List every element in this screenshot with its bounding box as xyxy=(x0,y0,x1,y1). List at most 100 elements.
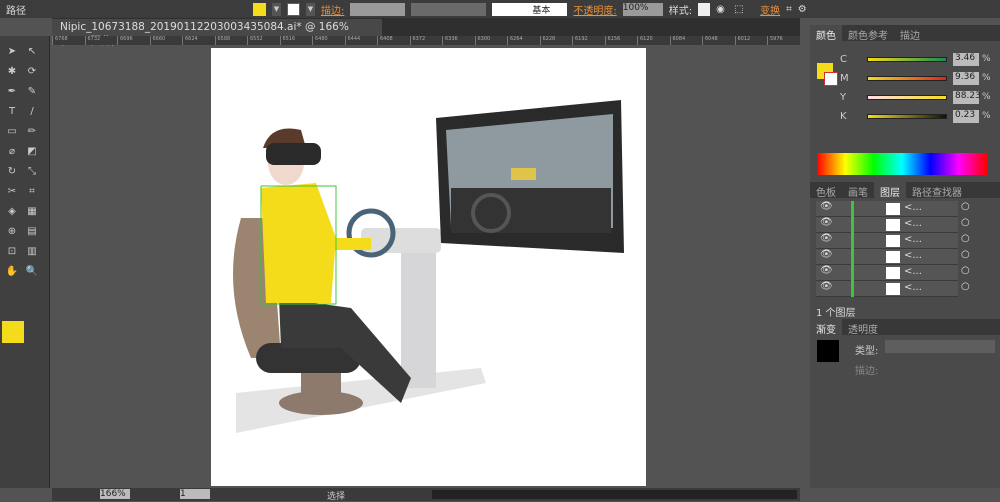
variable-width-select[interactable] xyxy=(411,2,487,16)
layer-name[interactable]: <... xyxy=(904,250,922,261)
tab-stroke[interactable]: 描边 xyxy=(894,25,926,42)
more-icon[interactable]: ⚙ xyxy=(798,4,807,15)
tool-icon[interactable]: ✂ xyxy=(5,186,19,198)
layer-row[interactable]: 👁 <... ○ xyxy=(816,281,970,297)
tool-icon[interactable]: ➤ xyxy=(5,46,19,58)
layer-row[interactable]: 👁 <... ○ xyxy=(816,201,970,217)
layer-name[interactable]: <... xyxy=(904,234,922,245)
horizontal-scrollbar[interactable] xyxy=(432,490,797,499)
eye-icon[interactable]: 👁 xyxy=(820,281,833,292)
tool-icon[interactable]: ▭ xyxy=(5,126,19,138)
target-icon[interactable]: ○ xyxy=(961,217,970,228)
layer-name[interactable]: <... xyxy=(904,202,922,213)
tool-icon[interactable]: ⤡ xyxy=(25,166,39,178)
tool-icon[interactable]: ✏ xyxy=(25,126,39,138)
y-value-input[interactable]: 88.23 xyxy=(953,91,981,104)
type-select[interactable] xyxy=(885,340,995,353)
tool-icon[interactable]: ⟳ xyxy=(25,66,39,78)
stroke-weight-input[interactable] xyxy=(350,2,406,16)
layer-row[interactable]: 👁 <... ○ xyxy=(816,217,970,233)
recolor-icon[interactable]: ◉ xyxy=(716,4,728,15)
transform-link[interactable]: 变换 xyxy=(760,2,780,17)
target-icon[interactable]: ○ xyxy=(961,281,970,292)
zoom-select[interactable]: 166% xyxy=(100,489,130,499)
layer-row[interactable]: 👁 <... ○ xyxy=(816,233,970,249)
slider-c[interactable]: C 3.46% xyxy=(840,53,1000,68)
fill-dropdown[interactable]: ▼ xyxy=(272,2,281,16)
slider-y[interactable]: Y 88.23% xyxy=(840,91,1000,106)
isolate-icon[interactable]: ⌗ xyxy=(786,4,792,15)
gradient-swatch[interactable] xyxy=(817,340,839,362)
tab-pathfinder[interactable]: 路径查找器 xyxy=(906,182,968,199)
ruler-tick: 6084 xyxy=(669,36,703,45)
tool-icon[interactable]: ↖ xyxy=(25,46,39,58)
tool-icon[interactable]: ▥ xyxy=(25,246,39,258)
gradient-panel-tabs: 渐变 透明度 xyxy=(810,319,1000,336)
eye-icon[interactable]: 👁 xyxy=(820,233,833,244)
tab-color[interactable]: 颜色 xyxy=(810,25,842,42)
document-tab[interactable]: Nipic_10673188_20190112203003435084.ai* … xyxy=(52,19,382,47)
gradient-stroke-label: 描边: xyxy=(855,366,879,377)
tool-icon[interactable]: ◩ xyxy=(25,146,39,158)
eye-icon[interactable]: 👁 xyxy=(820,265,833,276)
stroke-label[interactable]: 描边: xyxy=(321,2,344,17)
unit: % xyxy=(982,54,991,64)
tab-brushes[interactable]: 画笔 xyxy=(842,182,874,199)
target-icon[interactable]: ○ xyxy=(961,201,970,212)
tool-icon[interactable]: ◈ xyxy=(5,206,19,218)
target-icon[interactable]: ○ xyxy=(961,265,970,276)
align-icon[interactable]: ⬚ xyxy=(734,4,754,15)
style-swatch[interactable] xyxy=(698,2,711,16)
layer-name[interactable]: <... xyxy=(904,282,922,293)
tool-icon[interactable]: ✒ xyxy=(5,86,19,98)
tool-icon[interactable]: ↻ xyxy=(5,166,19,178)
tool-icon[interactable]: ⊡ xyxy=(5,246,19,258)
c-value-input[interactable]: 3.46 xyxy=(953,53,979,66)
layer-row[interactable]: 👁 <... ○ xyxy=(816,265,970,281)
fill-swatch[interactable] xyxy=(2,321,24,343)
m-value-input[interactable]: 9.36 xyxy=(953,72,979,85)
opacity-input[interactable]: 100% xyxy=(622,2,663,16)
opacity-label[interactable]: 不透明度: xyxy=(573,2,616,17)
fill-swatch[interactable] xyxy=(253,2,266,16)
tool-icon[interactable]: / xyxy=(25,106,39,118)
tab-layers[interactable]: 图层 xyxy=(874,182,906,199)
target-icon[interactable]: ○ xyxy=(961,233,970,244)
tool-icon[interactable]: ✎ xyxy=(25,86,39,98)
layer-thumbnail xyxy=(886,283,900,295)
tool-icon[interactable]: ⊕ xyxy=(5,226,19,238)
stroke-dropdown[interactable]: ▼ xyxy=(306,2,315,16)
stroke-swatch[interactable] xyxy=(287,2,300,16)
eye-icon[interactable]: 👁 xyxy=(820,217,833,228)
eye-icon[interactable]: 👁 xyxy=(820,201,833,212)
layer-name[interactable]: <... xyxy=(904,266,922,277)
type-label: 类型: xyxy=(855,346,879,357)
ruler-tick: 6480 xyxy=(312,36,345,45)
tool-icon[interactable]: ▦ xyxy=(25,206,39,218)
ruler-tick: 6300 xyxy=(474,36,508,45)
tool-icon[interactable]: ⌀ xyxy=(5,146,19,158)
tool-icon[interactable]: T xyxy=(5,106,19,118)
spectrum-bar[interactable] xyxy=(817,153,987,175)
slider-m[interactable]: M 9.36% xyxy=(840,72,1000,87)
tool-icon[interactable]: ⌗ xyxy=(25,186,39,198)
tab-color-guide[interactable]: 颜色参考 xyxy=(842,25,894,42)
tab-gradient[interactable]: 渐变 xyxy=(810,319,842,336)
tab-transparency[interactable]: 透明度 xyxy=(842,319,884,336)
tool-icon[interactable]: ▤ xyxy=(25,226,39,238)
slider-k[interactable]: K 0.23% xyxy=(840,110,1000,125)
ruler-tick: 6552 xyxy=(247,36,280,45)
layer-row[interactable]: 👁 <... ○ xyxy=(816,249,970,265)
tab-swatches[interactable]: 色板 xyxy=(810,182,842,199)
tool-icon[interactable]: ✋ xyxy=(5,266,19,278)
k-value-input[interactable]: 0.23 xyxy=(953,110,979,123)
eye-icon[interactable]: 👁 xyxy=(820,249,833,260)
current-tool: 选择 xyxy=(327,492,346,502)
tool-icon[interactable]: 🔍 xyxy=(25,266,39,278)
tool-icon[interactable]: ✱ xyxy=(5,66,19,78)
target-icon[interactable]: ○ xyxy=(961,249,970,260)
layer-name[interactable]: <... xyxy=(904,218,922,229)
stroke-color-swatch[interactable] xyxy=(824,72,838,86)
brush-select[interactable]: 基本 xyxy=(492,2,568,16)
artboard-select[interactable]: 1 xyxy=(180,489,210,499)
